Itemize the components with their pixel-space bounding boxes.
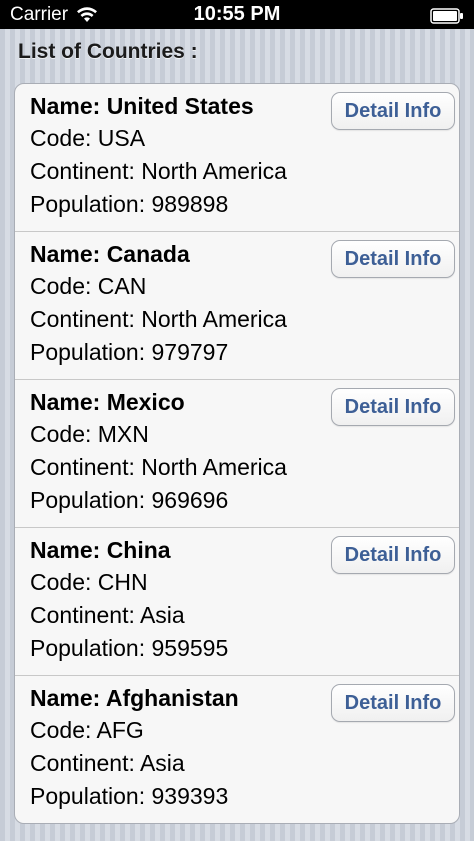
country-row: Name: China Code: CHN Continent: Asia Po… [15, 528, 459, 676]
detail-info-button[interactable]: Detail Info [331, 684, 455, 722]
battery-icon [430, 7, 464, 24]
country-continent: Continent: North America [30, 158, 287, 184]
country-row: Name: Mexico Code: MXN Continent: North … [15, 380, 459, 528]
country-continent: Continent: Asia [30, 750, 185, 776]
status-bar: Carrier 10:55 PM [0, 0, 474, 29]
page-title: List of Countries : [18, 40, 198, 63]
wifi-icon [76, 6, 98, 24]
country-list: Name: United States Code: USA Continent:… [14, 83, 460, 824]
country-population: Population: 939393 [30, 783, 229, 809]
country-population: Population: 969696 [30, 487, 229, 513]
detail-info-button[interactable]: Detail Info [331, 388, 455, 426]
status-left: Carrier [10, 4, 160, 26]
country-continent: Continent: North America [30, 306, 287, 332]
country-row: Name: Canada Code: CAN Continent: North … [15, 232, 459, 380]
detail-info-button[interactable]: Detail Info [331, 92, 455, 130]
country-population: Population: 959595 [30, 635, 229, 661]
country-population: Population: 989898 [30, 191, 229, 217]
country-row: Name: United States Code: USA Continent:… [15, 84, 459, 232]
country-row: Name: Afghanistan Code: AFG Continent: A… [15, 676, 459, 823]
detail-info-button[interactable]: Detail Info [331, 536, 455, 574]
country-population: Population: 979797 [30, 339, 229, 365]
detail-info-button[interactable]: Detail Info [331, 240, 455, 278]
country-continent: Continent: Asia [30, 602, 185, 628]
carrier-label: Carrier [10, 3, 69, 25]
country-continent: Continent: North America [30, 454, 287, 480]
